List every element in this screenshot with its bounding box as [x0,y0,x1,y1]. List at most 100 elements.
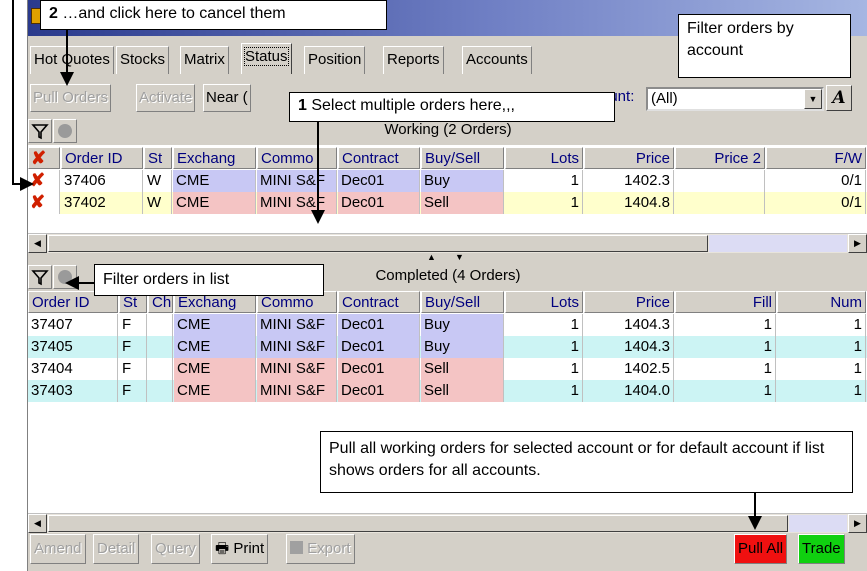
cell-status: F [119,314,147,336]
col-price[interactable]: Price [584,147,674,169]
completed-scrollbar[interactable]: ◀ ▶ [28,513,867,533]
scroll-thumb[interactable] [48,515,788,532]
col-num[interactable]: Num [777,291,866,313]
col-contract[interactable]: Contract [338,147,420,169]
cell-exchange: CME [174,336,256,358]
callout-pull-all: Pull all working orders for selected acc… [320,431,853,493]
cell-exchange: CME [174,358,256,380]
cancel-column-header[interactable]: ✘ [28,147,60,169]
cell-commodity: MINI S&F [257,170,337,192]
cell-fill: 1 [675,358,776,380]
cell-fw: 0/1 [766,192,866,214]
tab-hot-quotes[interactable]: Hot Quotes [30,46,114,74]
cell-order-id: 37404 [28,358,118,380]
arrow-left-icon [65,276,79,290]
arrow-line [66,30,68,74]
amend-button[interactable]: Amend [30,534,86,564]
cell-contract: Dec01 [338,314,420,336]
col-buy-sell[interactable]: Buy/Sell [421,291,504,313]
printer-icon: 🖶 [215,540,230,557]
table-row[interactable]: 37404 F CME MINI S&F Dec01 Sell 1 1402.5… [28,358,867,380]
cancel-order-button[interactable]: ✘ [28,192,60,214]
scroll-right-icon[interactable]: ▶ [848,234,867,253]
tab-accounts[interactable]: Accounts [462,46,532,74]
account-select[interactable]: (All) ▼ [646,87,824,111]
cell-contract: Dec01 [338,170,420,192]
scroll-right-icon[interactable]: ▶ [848,514,867,533]
col-fill[interactable]: Fill [675,291,776,313]
table-row[interactable]: ✘ 37402 W CME MINI S&F Dec01 Sell 1 1404… [28,192,867,214]
cell-commodity: MINI S&F [257,314,337,336]
activate-button[interactable]: Activate [136,84,196,112]
col-price2[interactable]: Price 2 [675,147,765,169]
col-lots[interactable]: Lots [505,147,583,169]
cell-lots: 1 [505,336,583,358]
arrow-line [317,122,319,212]
cell-buy-sell: Sell [421,192,504,214]
pull-orders-button[interactable]: Pull Orders [30,84,112,112]
cell-price2 [675,192,765,214]
print-button[interactable]: 🖶 Print [211,534,269,564]
callout-text: …and click here to cancel them [57,5,286,22]
near-button[interactable]: Near ( [203,84,251,112]
tab-position[interactable]: Position [304,46,366,74]
col-status[interactable]: St [144,147,172,169]
cell-price: 1404.3 [584,314,674,336]
col-fw[interactable]: F/W [766,147,866,169]
cell-check [148,358,173,380]
cell-fill: 1 [675,314,776,336]
tab-reports[interactable]: Reports [383,46,444,74]
trade-button[interactable]: Trade [798,534,845,564]
print-label: Print [233,540,265,557]
cell-order-id: 37402 [61,192,143,214]
font-button[interactable]: A [826,85,852,111]
scroll-track[interactable] [789,515,847,532]
tab-status[interactable]: Status [241,43,292,74]
col-price[interactable]: Price [584,291,674,313]
scroll-left-icon[interactable]: ◀ [28,234,47,253]
cell-commodity: MINI S&F [257,380,337,402]
splitter-up-icon[interactable]: ▲ [427,252,436,262]
scroll-thumb[interactable] [48,235,708,252]
cell-status: W [144,192,172,214]
cell-commodity: MINI S&F [257,336,337,358]
tab-stocks[interactable]: Stocks [116,46,170,74]
cell-buy-sell: Sell [421,358,504,380]
cell-commodity: MINI S&F [257,358,337,380]
table-row[interactable]: 37407 F CME MINI S&F Dec01 Buy 1 1404.3 … [28,314,867,336]
col-order-id[interactable]: Order ID [61,147,143,169]
working-scrollbar[interactable]: ◀ ▶ [28,233,867,253]
working-orders-grid: ✘ Order ID St Exchang Commo Contract Buy… [28,145,867,233]
cell-check [148,314,173,336]
col-contract[interactable]: Contract [338,291,420,313]
detail-button[interactable]: Detail [93,534,140,564]
col-commodity[interactable]: Commo [257,147,337,169]
table-row[interactable]: 37405 F CME MINI S&F Dec01 Buy 1 1404.3 … [28,336,867,358]
callout-filter-list: Filter orders in list [94,264,324,296]
scroll-track[interactable] [709,235,847,252]
cell-fill: 1 [675,380,776,402]
chevron-down-icon[interactable]: ▼ [804,89,822,109]
arrow-line [754,493,756,518]
tab-matrix[interactable]: Matrix [180,46,229,74]
col-exchange[interactable]: Exchang [173,147,256,169]
pull-all-button[interactable]: Pull All [734,534,788,564]
col-lots[interactable]: Lots [505,291,583,313]
callout-cancel-orders: 2 …and click here to cancel them [40,0,387,30]
splitter-down-icon[interactable]: ▼ [455,252,464,262]
cell-exchange: CME [174,380,256,402]
cell-fill: 1 [675,336,776,358]
cell-price: 1402.5 [584,358,674,380]
working-header-bar: Working (2 Orders) [28,119,867,143]
col-buy-sell[interactable]: Buy/Sell [421,147,504,169]
table-row[interactable]: ✘ 37406 W CME MINI S&F Dec01 Buy 1 1402.… [28,170,867,192]
cell-check [148,380,173,402]
callout-step-number: 1 [298,97,307,114]
table-row[interactable]: 37403 F CME MINI S&F Dec01 Sell 1 1404.0… [28,380,867,402]
cell-order-id: 37405 [28,336,118,358]
query-button[interactable]: Query [151,534,200,564]
export-button[interactable]: Export [286,534,355,564]
scroll-left-icon[interactable]: ◀ [28,514,47,533]
cell-exchange: CME [174,314,256,336]
cell-contract: Dec01 [338,192,420,214]
